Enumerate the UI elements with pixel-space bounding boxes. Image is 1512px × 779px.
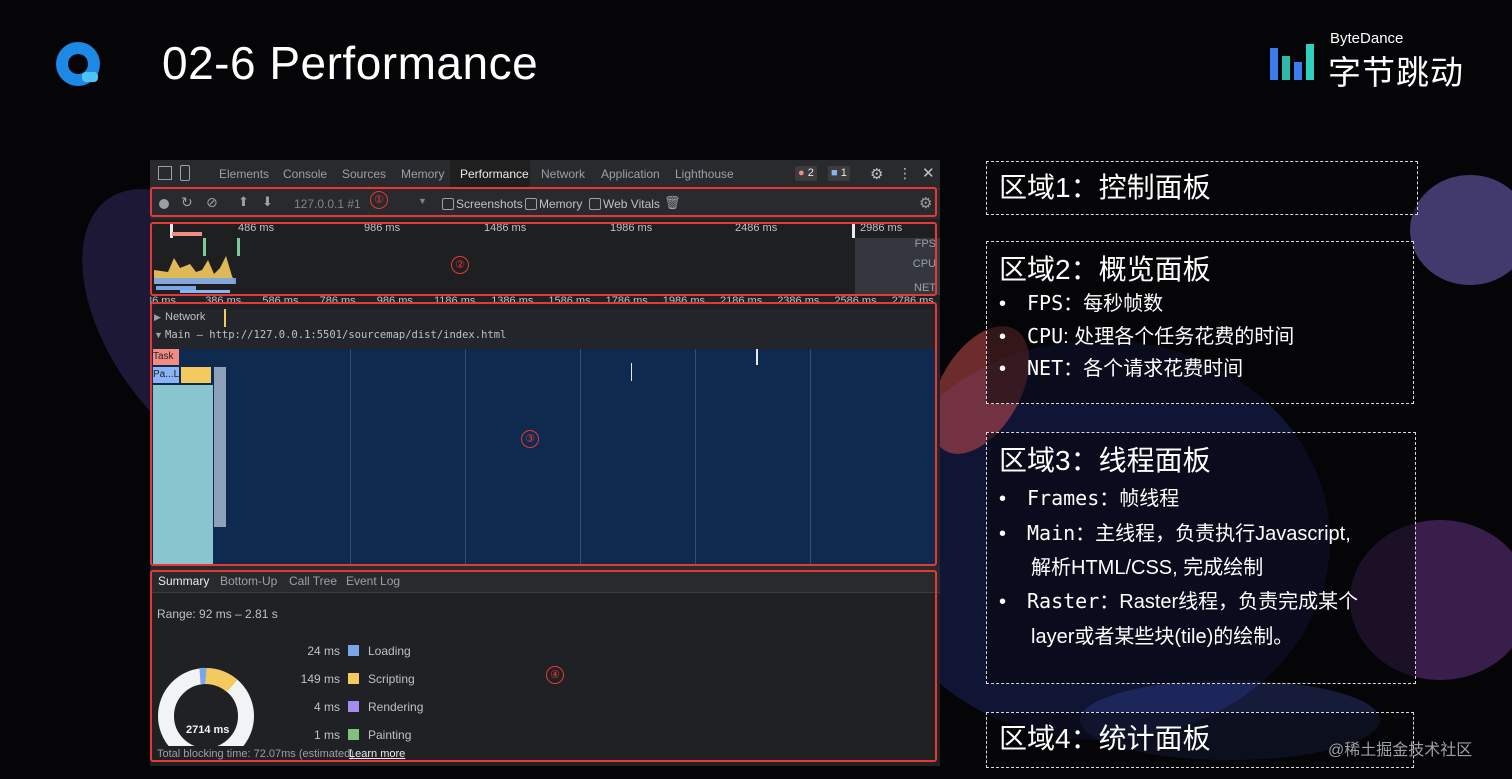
tab-sources[interactable]: Sources — [342, 167, 386, 181]
item-keyword: FPS — [1027, 291, 1064, 315]
tab-application[interactable]: Application — [601, 167, 660, 181]
watermark: @稀土掘金技术社区 — [1328, 742, 1473, 759]
region-2-item: • FPS：每秒帧数 — [999, 291, 1164, 315]
bytedance-logo-icon — [1270, 44, 1314, 80]
region-3-item: • Raster：Raster线程，负责完成某个 — [999, 589, 1359, 613]
region-1-panel: 区域1：控制面板 — [986, 161, 1418, 215]
message-icon: ■ — [831, 167, 838, 179]
error-icon: ● — [798, 167, 805, 179]
bytedance-brand: ByteDance 字节跳动 — [1268, 30, 1468, 91]
region-2-box — [150, 222, 937, 296]
tab-lighthouse[interactable]: Lighthouse — [675, 167, 734, 181]
item-text: ：各个请求花费时间 — [1063, 358, 1244, 380]
error-count: 2 — [807, 167, 814, 179]
more-options-icon[interactable]: ⋮ — [898, 165, 912, 182]
item-keyword: NET — [1027, 356, 1064, 380]
item-text: ：帧线程 — [1099, 488, 1180, 510]
message-count: 1 — [840, 167, 847, 179]
item-text: ：每秒帧数 — [1063, 293, 1164, 315]
brand-name-zh: 字节跳动 — [1328, 54, 1464, 91]
region-3-title: 区域3：线程面板 — [999, 445, 1211, 476]
item-keyword: CPU — [1027, 324, 1064, 348]
inspect-element-icon[interactable] — [158, 166, 172, 180]
region-2-title: 区域2：概览面板 — [999, 254, 1211, 285]
tab-performance[interactable]: Performance — [460, 167, 529, 181]
item-keyword: Frames — [1027, 486, 1100, 510]
devtools-tab-bar: Elements Console Sources Memory Performa… — [150, 160, 940, 189]
message-badge[interactable]: ■ 1 — [828, 166, 850, 181]
region-1-title: 区域1：控制面板 — [999, 172, 1211, 203]
region-2-panel: 区域2：概览面板 • FPS：每秒帧数 • CPU: 处理各个任务花费的时间 • NE… — [986, 241, 1414, 404]
region-3-box — [150, 302, 937, 566]
region-3-item-cont: layer或者某些块(tile)的绘制。 — [1031, 626, 1294, 648]
region-4-title: 区域4：统计面板 — [999, 723, 1211, 754]
region-3-panel: 区域3：线程面板 • Frames：帧线程 • Main：主线程，负责执行Javas… — [986, 432, 1416, 684]
region-4-marker: ④ — [546, 666, 564, 684]
region-3-item-cont: 解析HTML/CSS, 完成绘制 — [1031, 557, 1264, 579]
region-3-item: • Frames：帧线程 — [999, 486, 1180, 510]
region-2-marker: ② — [451, 256, 469, 274]
region-3-marker: ③ — [521, 430, 539, 448]
item-keyword: Raster — [1027, 589, 1100, 613]
close-icon[interactable]: ✕ — [922, 164, 935, 182]
tab-elements[interactable]: Elements — [219, 167, 269, 181]
item-text: : 处理各个任务花费的时间 — [1063, 326, 1295, 348]
region-1-marker: ① — [370, 191, 388, 209]
region-2-item: • CPU: 处理各个任务花费的时间 — [999, 324, 1295, 348]
slide-title: 02-6 Performance — [162, 37, 539, 89]
brand-name-en: ByteDance — [1330, 30, 1404, 47]
region-1-box — [150, 187, 937, 217]
device-toolbar-icon[interactable] — [180, 165, 190, 181]
item-keyword: Main — [1027, 521, 1076, 545]
tab-console[interactable]: Console — [283, 167, 327, 181]
error-badge[interactable]: ● 2 — [795, 166, 817, 181]
item-text: ：主线程，负责执行Javascript, — [1075, 523, 1351, 545]
tab-memory[interactable]: Memory — [401, 167, 444, 181]
settings-gear-icon[interactable]: ⚙ — [870, 165, 883, 183]
region-2-item: • NET：各个请求花费时间 — [999, 356, 1244, 380]
item-text: ：Raster线程，负责完成某个 — [1099, 591, 1359, 613]
app-logo-icon — [56, 42, 100, 86]
tab-network[interactable]: Network — [541, 167, 585, 181]
region-3-item: • Main：主线程，负责执行Javascript, — [999, 521, 1351, 545]
region-4-box — [150, 570, 937, 762]
